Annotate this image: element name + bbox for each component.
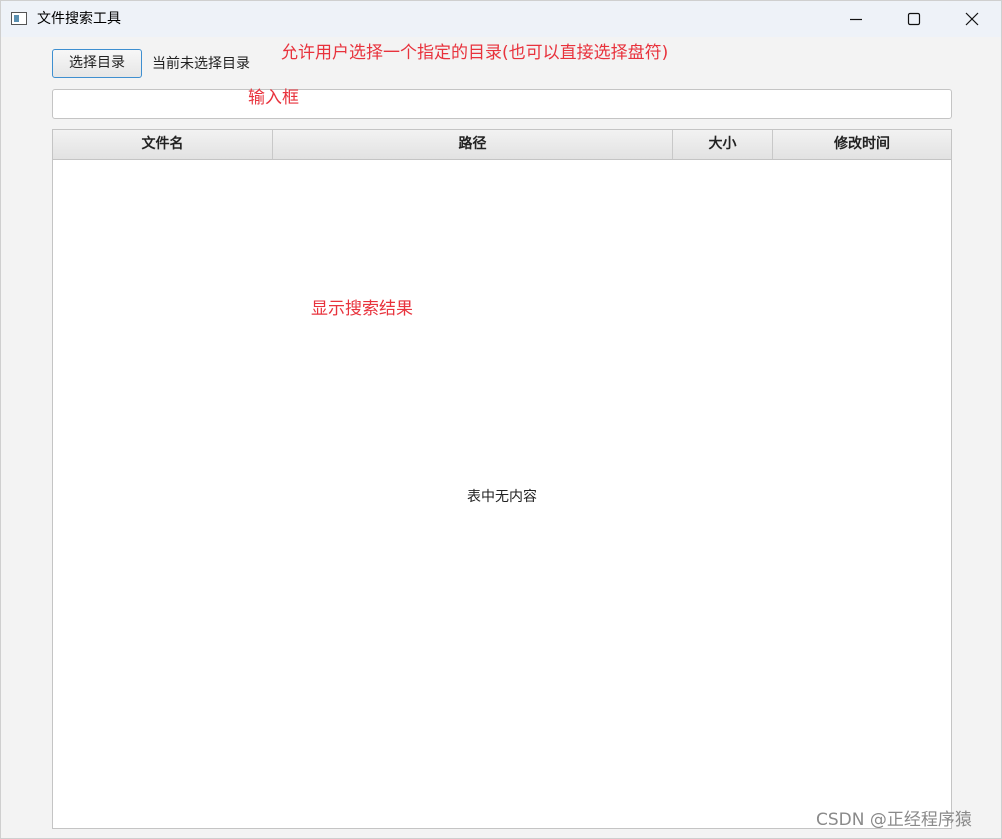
input-annotation: 输入框 [248,88,299,108]
results-table[interactable]: 文件名 路径 大小 修改时间 表中无内容 [52,129,952,829]
search-input[interactable] [52,89,952,119]
close-button[interactable] [943,1,1001,37]
table-header: 文件名 路径 大小 修改时间 [53,130,951,160]
watermark: CSDN @正经程序猿 [816,810,972,830]
column-header-filename[interactable]: 文件名 [53,130,273,159]
app-window-icon [11,12,27,25]
column-header-size[interactable]: 大小 [673,130,773,159]
maximize-icon [907,12,921,26]
minimize-button[interactable] [827,1,885,37]
choose-directory-button[interactable]: 选择目录 [52,49,142,78]
window-title: 文件搜索工具 [37,11,121,27]
results-annotation: 显示搜索结果 [311,299,413,319]
choose-dir-annotation: 允许用户选择一个指定的目录(也可以直接选择盘符) [281,43,669,63]
column-header-modified-time[interactable]: 修改时间 [773,130,951,159]
title-bar[interactable]: 文件搜索工具 [1,1,1001,37]
close-icon [965,12,979,26]
column-header-path[interactable]: 路径 [273,130,673,159]
app-window: 文件搜索工具 选择目录 当前未选择目录 允许用户选择一个指定的目录(也可以直接选… [0,0,1002,839]
minimize-icon [850,18,862,21]
maximize-button[interactable] [885,1,943,37]
table-empty-placeholder: 表中无内容 [467,489,537,505]
directory-status-label: 当前未选择目录 [152,56,250,72]
